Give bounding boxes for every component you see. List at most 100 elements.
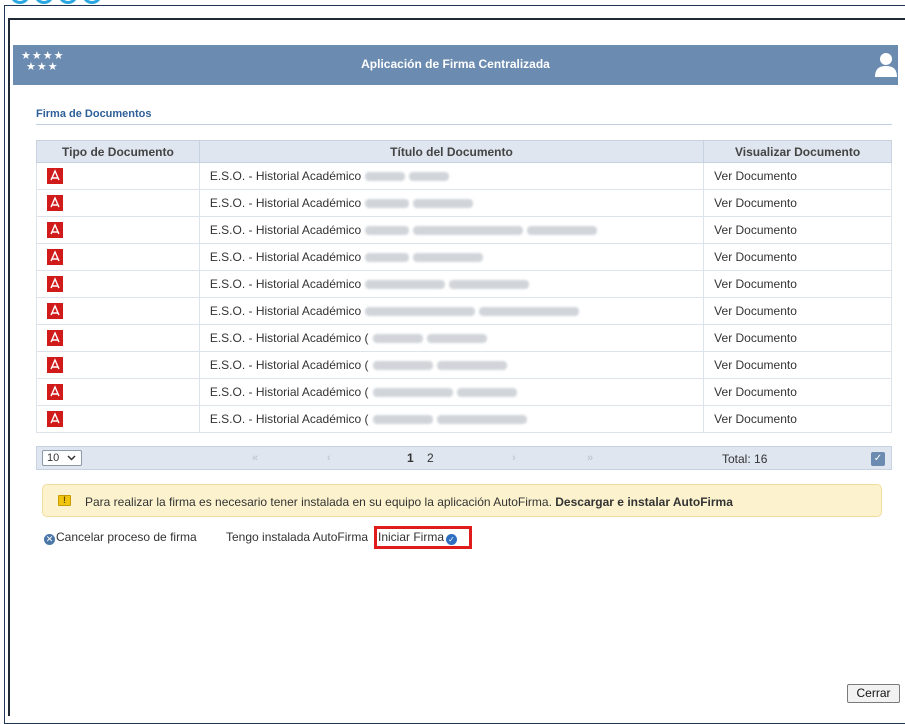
document-title: E.S.O. - Historial Académico ( (209, 358, 369, 372)
redacted-name (365, 199, 410, 209)
document-type-cell (36, 216, 200, 244)
view-document-link[interactable]: Ver Documento (703, 324, 892, 352)
document-type-cell (36, 378, 200, 406)
column-header-type[interactable]: Tipo de Documento (36, 140, 200, 163)
document-title-cell: E.S.O. - Historial Académico ( (198, 405, 705, 433)
documents-table: Tipo de Documento Título del Documento V… (36, 140, 892, 433)
total-count: Total: 16 (722, 452, 768, 466)
user-icon[interactable] (874, 51, 898, 77)
redacted-name (365, 226, 410, 236)
redacted-name (479, 307, 580, 317)
pdf-icon[interactable] (47, 357, 63, 373)
redacted-name (456, 388, 517, 398)
pdf-icon[interactable] (47, 195, 63, 211)
document-title: E.S.O. - Historial Académico (209, 250, 362, 264)
pdf-icon[interactable] (47, 168, 63, 184)
table-row: E.S.O. - Historial Académico Ver Document… (36, 162, 892, 190)
notice-message: Para realizar la firma es necesario tene… (85, 495, 733, 509)
redacted-name (436, 361, 507, 371)
download-autofirma-link[interactable]: Descargar e instalar AutoFirma (555, 495, 733, 509)
pdf-icon[interactable] (47, 222, 63, 238)
view-document-link[interactable]: Ver Documento (703, 405, 892, 433)
redacted-name (413, 253, 484, 263)
redacted-name (413, 199, 474, 209)
close-button[interactable]: Cerrar (847, 684, 900, 703)
pdf-icon[interactable] (47, 276, 63, 292)
redacted-name (365, 280, 446, 290)
document-title-cell: E.S.O. - Historial Académico ( (198, 378, 705, 406)
app-header: ★★★★ ★★★ Aplicación de Firma Centralizad… (13, 45, 898, 85)
redacted-name (372, 334, 423, 344)
document-title-cell: E.S.O. - Historial Académico (198, 243, 705, 271)
document-type-cell (36, 162, 200, 190)
table-row: E.S.O. - Historial Académico Ver Document… (36, 216, 892, 244)
select-all-checkbox[interactable]: ✓ (871, 452, 885, 466)
app-title: Aplicación de Firma Centralizada (361, 57, 550, 71)
document-type-cell (36, 324, 200, 352)
first-page-button[interactable]: « (252, 452, 258, 464)
document-title-cell: E.S.O. - Historial Académico (198, 270, 705, 298)
view-document-link[interactable]: Ver Documento (703, 243, 892, 271)
table-row: E.S.O. - Historial Académico (Ver Docume… (36, 405, 892, 433)
document-type-cell (36, 189, 200, 217)
autofirma-installed-label: Tengo instalada AutoFirma (226, 530, 369, 544)
redacted-name (449, 280, 530, 290)
last-page-button[interactable]: » (587, 452, 593, 464)
document-type-cell (36, 270, 200, 298)
document-title: E.S.O. - Historial Académico (209, 277, 362, 291)
prev-page-button[interactable]: ‹ (327, 452, 331, 464)
document-type-cell (36, 243, 200, 271)
view-document-link[interactable]: Ver Documento (703, 189, 892, 217)
view-document-link[interactable]: Ver Documento (703, 378, 892, 406)
warning-icon: ! (58, 495, 71, 506)
column-header-view[interactable]: Visualizar Documento (703, 140, 892, 163)
document-title-cell: E.S.O. - Historial Académico (198, 189, 705, 217)
document-title: E.S.O. - Historial Académico (209, 223, 362, 237)
page-2-button[interactable]: 2 (427, 451, 434, 465)
pdf-icon[interactable] (47, 411, 63, 427)
redacted-name (365, 253, 410, 263)
pdf-icon[interactable] (47, 330, 63, 346)
redacted-name (409, 172, 450, 182)
page-1-button[interactable]: 1 (407, 451, 414, 465)
section-title: Firma de Documentos (36, 108, 152, 120)
pdf-icon[interactable] (47, 384, 63, 400)
redacted-name (365, 307, 476, 317)
table-row: E.S.O. - Historial Académico Ver Document… (36, 270, 892, 298)
cancel-signing-link[interactable]: ✕ Cancelar proceso de firma (44, 530, 197, 545)
document-title-cell: E.S.O. - Historial Académico (198, 162, 705, 190)
document-title-cell: E.S.O. - Historial Académico (198, 216, 705, 244)
pagination-bar: 10 « ‹ 1 2 › » Total: 16 ✓ (36, 446, 892, 470)
column-header-title[interactable]: Título del Documento (198, 140, 705, 163)
view-document-link[interactable]: Ver Documento (703, 270, 892, 298)
redacted-name (372, 388, 453, 398)
next-page-button[interactable]: › (512, 452, 516, 464)
start-signing-link[interactable]: Iniciar Firma ✓ (378, 530, 458, 545)
view-document-link[interactable]: Ver Documento (703, 162, 892, 190)
redacted-name (527, 226, 598, 236)
table-row: E.S.O. - Historial Académico Ver Document… (36, 189, 892, 217)
table-row: E.S.O. - Historial Académico Ver Document… (36, 297, 892, 325)
view-document-link[interactable]: Ver Documento (703, 351, 892, 379)
autofirma-notice: ! Para realizar la firma es necesario te… (42, 484, 882, 517)
pdf-icon[interactable] (47, 303, 63, 319)
cancel-icon: ✕ (44, 534, 55, 545)
table-row: E.S.O. - Historial Académico ( Ver Docume… (36, 378, 892, 406)
redacted-name (365, 172, 406, 182)
document-title: E.S.O. - Historial Académico (209, 169, 362, 183)
document-type-cell (36, 297, 200, 325)
table-row: E.S.O. - Historial Académico Ver Document… (36, 243, 892, 271)
pdf-icon[interactable] (47, 249, 63, 265)
page-size-select[interactable]: 10 (42, 450, 82, 466)
check-circle-icon: ✓ (446, 534, 458, 545)
redacted-name (413, 226, 524, 236)
redacted-name (372, 415, 433, 425)
document-title: E.S.O. - Historial Académico (209, 196, 362, 210)
document-title: E.S.O. - Historial Académico ( (209, 331, 369, 345)
document-title-cell: E.S.O. - Historial Académico (198, 297, 705, 325)
redacted-name (426, 334, 487, 344)
view-document-link[interactable]: Ver Documento (703, 216, 892, 244)
document-title: E.S.O. - Historial Académico ( (209, 385, 369, 399)
view-document-link[interactable]: Ver Documento (703, 297, 892, 325)
table-header-row: Tipo de Documento Título del Documento V… (36, 140, 892, 163)
